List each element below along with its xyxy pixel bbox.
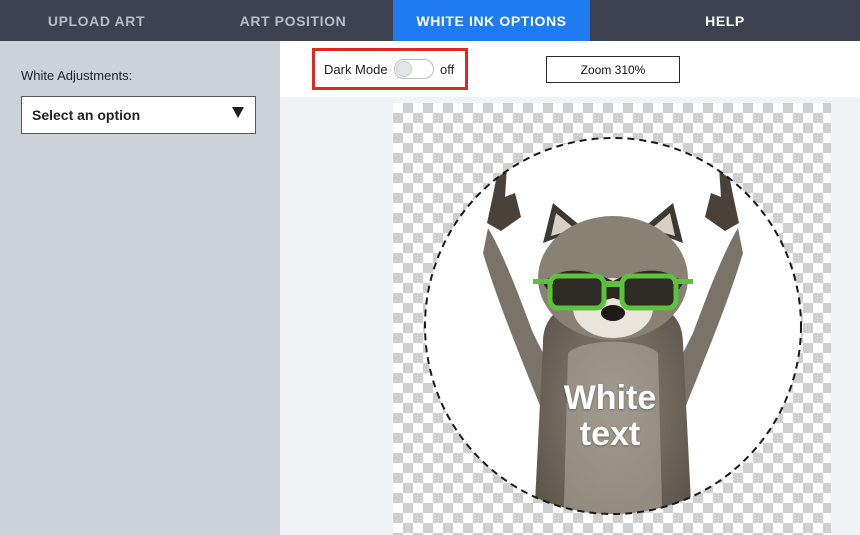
dark-mode-state: off: [440, 62, 455, 77]
overlay-text-line1: White: [563, 379, 657, 417]
dark-mode-label: Dark Mode: [324, 62, 388, 77]
zoom-button[interactable]: Zoom 310%: [546, 56, 680, 83]
select-value: Select an option: [32, 107, 141, 123]
toggle-knob: [396, 61, 412, 77]
dark-mode-toggle[interactable]: [394, 59, 434, 79]
overlay-white-text: White text: [510, 380, 710, 452]
sidebar: White Adjustments: Select an option: [0, 41, 280, 535]
tab-upload-art[interactable]: UPLOAD ART: [0, 0, 193, 41]
white-adjustments-select[interactable]: Select an option: [21, 96, 256, 134]
caret-down-icon: [232, 107, 244, 118]
artwork-preview[interactable]: [393, 103, 831, 535]
design-canvas: White text: [280, 97, 860, 535]
tab-art-position[interactable]: ART POSITION: [193, 0, 393, 41]
top-nav: UPLOAD ART ART POSITION WHITE INK OPTION…: [0, 0, 860, 41]
tab-white-ink-options[interactable]: WHITE INK OPTIONS: [393, 0, 590, 41]
canvas-toolbar: Dark Mode off Zoom 310%: [280, 41, 860, 97]
overlay-text-line2: text: [579, 415, 641, 453]
white-adjustments-label: White Adjustments:: [21, 68, 133, 83]
tab-help[interactable]: HELP: [590, 0, 860, 41]
